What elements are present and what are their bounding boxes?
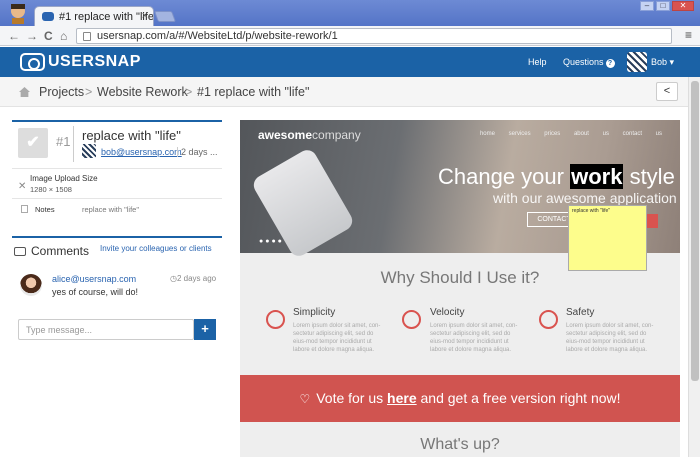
breadcrumb-website-rework[interactable]: Website Rework — [97, 85, 188, 99]
breadcrumb: Projects > Website Rework > #1 replace w… — [0, 77, 700, 107]
preview-nav: home services prices about us contact us — [479, 131, 662, 137]
headline-pre: Change your — [438, 164, 571, 189]
back-arrow-icon[interactable]: ← — [8, 29, 20, 43]
breadcrumb-projects[interactable]: Projects — [39, 85, 84, 99]
preview-why-heading: Why Should I Use it? — [380, 268, 540, 287]
commenter-avatar — [20, 274, 42, 296]
comments-title: Comments — [31, 244, 90, 258]
comments-icon — [14, 247, 26, 256]
new-tab-button[interactable] — [153, 11, 177, 22]
scrollbar-thumb[interactable] — [691, 81, 699, 381]
reporter-avatar — [82, 144, 96, 158]
reload-icon[interactable]: C — [44, 29, 53, 43]
logo-text: USERSNAP — [48, 53, 141, 70]
browser-titlebar: #1 replace with "life" | Use × – □ ✕ — [0, 0, 700, 26]
window-close-button[interactable]: ✕ — [672, 1, 694, 11]
usersnap-logo[interactable]: USERSNAP — [20, 53, 141, 71]
divider — [73, 126, 74, 162]
page-icon — [83, 32, 91, 41]
browser-profile-icon[interactable] — [8, 2, 28, 24]
feature-text: Lorem ipsum dolor sit amet, con-sectetur… — [293, 323, 381, 353]
feature-title: Velocity — [430, 307, 465, 318]
brand-light: company — [312, 128, 361, 142]
send-comment-button[interactable]: + — [194, 319, 216, 340]
breadcrumb-separator: > — [185, 85, 193, 99]
heart-icon: ♡ — [299, 392, 311, 406]
questions-link[interactable]: Questions? — [563, 57, 615, 68]
feature-text: Lorem ipsum dolor sit amet, con-sectetur… — [430, 323, 518, 353]
camera-logo-icon — [20, 53, 45, 71]
screenshot-preview[interactable]: awesomecompany home services prices abou… — [240, 120, 680, 457]
feature-title: Simplicity — [293, 307, 336, 318]
resolve-checkbox[interactable]: ✔ — [18, 128, 48, 158]
comment-author-link[interactable]: alice@usersnap.com — [52, 274, 136, 284]
help-link[interactable]: Help — [528, 57, 547, 67]
browser-menu-icon[interactable]: ≡ — [685, 28, 692, 42]
leaf-icon — [266, 310, 285, 329]
home-icon[interactable]: ⌂ — [60, 29, 67, 43]
preview-whatsup-heading: What's up? — [420, 436, 500, 453]
user-menu[interactable]: Bob ▾ — [651, 57, 674, 68]
annotation-note[interactable]: replace with "life" — [568, 205, 647, 271]
url-input[interactable]: usersnap.com/a/#/WebsiteLtd/p/website-re… — [76, 28, 672, 44]
preview-subline: with our awesome application — [493, 190, 677, 206]
url-text: usersnap.com/a/#/WebsiteLtd/p/website-re… — [97, 30, 338, 42]
forward-arrow-icon[interactable]: → — [26, 29, 38, 43]
preview-vote-banner: ♡ Vote for us here and get a free version… — [240, 375, 680, 422]
questions-label: Questions — [563, 57, 604, 67]
breadcrumb-current-issue: #1 replace with "life" — [197, 85, 310, 99]
preview-headline: Change your work style — [438, 164, 675, 190]
headline-post: style — [623, 164, 675, 189]
notes-label: Notes — [35, 205, 55, 214]
carousel-dots: ●●●● — [259, 238, 284, 245]
invite-link[interactable]: Invite your colleagues or clients — [100, 244, 212, 253]
resize-icon: ✕ — [18, 181, 27, 192]
user-avatar[interactable] — [627, 52, 647, 72]
feature-title: Safety — [566, 307, 595, 318]
comment-text: yes of course, will do! — [52, 287, 139, 297]
issue-number: #1 — [56, 134, 71, 149]
image-size-value: 1280 × 1508 — [30, 185, 72, 194]
notes-icon — [21, 205, 28, 213]
issue-title[interactable]: replace with "life" — [82, 128, 181, 143]
headline-highlight: work — [570, 164, 624, 189]
page-scrollbar[interactable] — [688, 77, 700, 457]
usersnap-favicon-icon — [42, 12, 54, 21]
divider — [12, 198, 222, 199]
address-bar-row: ← → C ⌂ usersnap.com/a/#/WebsiteLtd/p/we… — [0, 26, 700, 46]
brand-bold: awesome — [258, 128, 313, 142]
breadcrumb-separator: > — [85, 85, 93, 99]
home-icon[interactable] — [19, 87, 30, 97]
image-size-label: Image Upload Size — [30, 174, 98, 183]
banner-link: here — [387, 390, 417, 406]
minimize-button[interactable]: – — [640, 1, 654, 11]
divider — [12, 168, 222, 169]
speedometer-icon — [402, 310, 421, 329]
banner-post: and get a free version right now! — [416, 390, 621, 406]
message-input[interactable]: Type message... — [18, 319, 194, 340]
browser-tab[interactable]: #1 replace with "life" | Use × — [34, 6, 154, 26]
tab-close-icon[interactable]: × — [142, 10, 148, 22]
reporter-email-link[interactable]: bob@usersnap.com — [101, 147, 182, 157]
issue-details-card: ✔ #1 replace with "life" bob@usersnap.co… — [12, 120, 222, 226]
tab-title: #1 replace with "life" | Use — [59, 11, 154, 23]
maximize-button[interactable]: □ — [656, 1, 670, 11]
preview-brand: awesomecompany — [258, 128, 361, 142]
notes-value: replace with "life" — [82, 205, 140, 214]
back-button[interactable]: < — [656, 82, 678, 101]
app-header: USERSNAP Help Questions? Bob ▾ — [0, 47, 700, 77]
question-circle-icon: ? — [605, 59, 615, 68]
comments-card: Comments Invite your colleagues or clien… — [12, 236, 222, 344]
issue-date: 2 days ... — [177, 147, 218, 157]
banner-pre: Vote for us — [316, 390, 388, 406]
comment-time: ◷2 days ago — [170, 274, 217, 283]
shield-icon — [539, 310, 558, 329]
feature-text: Lorem ipsum dolor sit amet, con-sectetur… — [566, 323, 654, 353]
